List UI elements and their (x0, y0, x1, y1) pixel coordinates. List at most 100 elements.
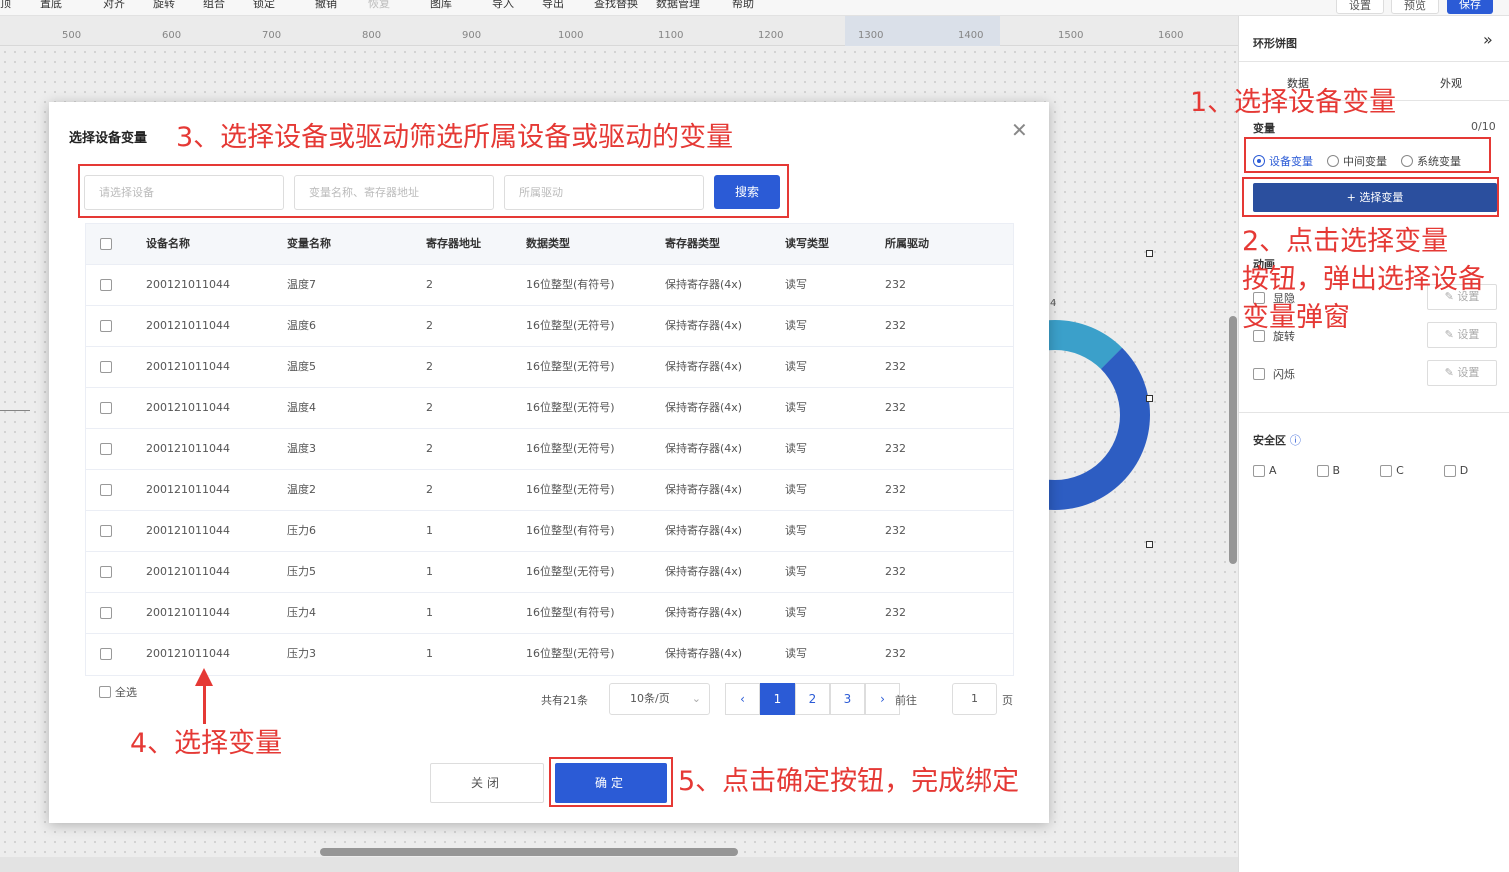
table-cell: 压力3 (287, 647, 316, 660)
toolbar-undo-button[interactable]: 撤销 (315, 0, 337, 11)
toolbar-help-button[interactable]: 帮助 (732, 0, 754, 11)
row-checkbox[interactable] (100, 361, 112, 373)
row-checkbox[interactable] (100, 607, 112, 619)
table-cell: 温度4 (287, 401, 316, 414)
toolbar-redo-button[interactable]: 恢复 (368, 0, 390, 11)
toolbar-import-button[interactable]: 导入 (492, 0, 514, 11)
page-2-button[interactable]: 2 (795, 683, 830, 715)
table-row[interactable]: 200121011044 温度7 2 16位整型(有符号) 保持寄存器(4x) 读写 232 (86, 265, 1013, 306)
table-cell: 1 (426, 565, 433, 578)
safe-zone-a[interactable]: A (1253, 464, 1277, 477)
header-checkbox-cell (100, 224, 112, 264)
table-cell: 1 (426, 647, 433, 660)
column-header: 变量名称 (287, 237, 331, 250)
settings-button[interactable]: 设置 (1336, 0, 1384, 14)
page-1-button[interactable]: 1 (760, 683, 795, 715)
collapse-panel-icon[interactable]: » (1483, 30, 1493, 49)
annotation-step2-line2: 按钮，弹出选择设备 (1242, 264, 1485, 295)
goto-label: 前往 (895, 694, 917, 707)
table-cell: 232 (885, 360, 906, 373)
table-row[interactable]: 200121011044 压力3 1 16位整型(无符号) 保持寄存器(4x) 读写 232 (86, 634, 1013, 675)
table-cell: 16位整型(无符号) (526, 647, 615, 660)
close-button[interactable]: 关闭 (430, 763, 544, 803)
checkbox-icon[interactable] (99, 686, 111, 698)
row-checkbox[interactable] (100, 484, 112, 496)
table-row[interactable]: 200121011044 温度4 2 16位整型(无符号) 保持寄存器(4x) 读写 232 (86, 388, 1013, 429)
table-cell: 读写 (785, 483, 807, 496)
toolbar-data-manage-button[interactable]: 数据管理 (656, 0, 700, 11)
variable-section-label: 变量 (1253, 122, 1275, 135)
select-all-rows-checkbox[interactable] (100, 238, 112, 250)
table-cell: 16位整型(无符号) (526, 360, 615, 373)
tab-appearance[interactable]: 外观 (1440, 75, 1462, 91)
row-checkbox[interactable] (100, 320, 112, 332)
column-header: 寄存器地址 (426, 237, 481, 250)
table-cell: 读写 (785, 278, 807, 291)
row-checkbox[interactable] (100, 648, 112, 660)
divider (1239, 61, 1509, 62)
table-row[interactable]: 200121011044 温度2 2 16位整型(无符号) 保持寄存器(4x) 读写 232 (86, 470, 1013, 511)
table-cell: 温度5 (287, 360, 316, 373)
page-3-button[interactable]: 3 (830, 683, 865, 715)
table-cell: 保持寄存器(4x) (665, 442, 743, 455)
annotation-step4: 4、选择变量 (130, 728, 283, 759)
toolbar-align-button[interactable]: 对齐 (103, 0, 125, 11)
table-cell: 200121011044 (146, 483, 230, 496)
annotation-arrow-shaft (203, 680, 206, 724)
table-cell: 16位整型(有符号) (526, 606, 615, 619)
table-cell: 读写 (785, 565, 807, 578)
column-header: 设备名称 (146, 237, 190, 250)
table-cell: 232 (885, 401, 906, 414)
safe-zone-label-c: C (1396, 464, 1404, 477)
toolbar-bottom-button[interactable]: 置底 (40, 0, 62, 11)
table-cell: 16位整型(无符号) (526, 401, 615, 414)
table-cell: 16位整型(无符号) (526, 442, 615, 455)
animation-blink[interactable]: 闪烁 (1253, 366, 1295, 382)
table-row[interactable]: 200121011044 压力4 1 16位整型(有符号) 保持寄存器(4x) 读写 232 (86, 593, 1013, 634)
checkbox-icon[interactable] (1443, 464, 1456, 477)
table-row[interactable]: 200121011044 温度3 2 16位整型(无符号) 保持寄存器(4x) 读写 232 (86, 429, 1013, 470)
row-checkbox[interactable] (100, 279, 112, 291)
animation-set-button[interactable]: ✎ 设置 (1427, 322, 1497, 348)
table-cell: 读写 (785, 647, 807, 660)
animation-set-button[interactable]: ✎ 设置 (1427, 360, 1497, 386)
help-icon[interactable]: ⓘ (1290, 434, 1301, 447)
toolbar-rotate-button[interactable]: 旋转 (153, 0, 175, 11)
toolbar-export-button[interactable]: 导出 (542, 0, 564, 11)
table-row[interactable]: 200121011044 温度6 2 16位整型(无符号) 保持寄存器(4x) 读写 232 (86, 306, 1013, 347)
row-checkbox[interactable] (100, 525, 112, 537)
safe-zone-c[interactable]: C (1380, 464, 1404, 477)
close-icon[interactable]: ✕ (1011, 118, 1028, 142)
page-size-select[interactable]: 10条/页 ⌄ (609, 683, 710, 715)
table-cell: 2 (426, 401, 433, 414)
row-checkbox[interactable] (100, 443, 112, 455)
variable-count: 0/10 (1471, 120, 1496, 133)
prev-page-button[interactable]: ‹ (725, 683, 760, 715)
panel-title: 环形饼图 (1253, 37, 1297, 50)
toolbar-find-replace-button[interactable]: 查找替换 (594, 0, 638, 11)
save-button[interactable]: 保存 (1447, 0, 1493, 14)
table-cell: 16位整型(有符号) (526, 278, 615, 291)
table-row[interactable]: 200121011044 压力6 1 16位整型(有符号) 保持寄存器(4x) 读写 232 (86, 511, 1013, 552)
select-all-checkbox[interactable]: 全选 (99, 684, 137, 700)
row-checkbox[interactable] (100, 402, 112, 414)
table-cell: 温度7 (287, 278, 316, 291)
checkbox-icon[interactable] (1380, 464, 1393, 477)
annotation-box-filters (78, 164, 789, 218)
preview-button[interactable]: 预览 (1391, 0, 1439, 14)
table-cell: 读写 (785, 319, 807, 332)
row-checkbox[interactable] (100, 566, 112, 578)
safe-zone-b[interactable]: B (1316, 464, 1340, 477)
table-row[interactable]: 200121011044 压力5 1 16位整型(无符号) 保持寄存器(4x) 读写 232 (86, 552, 1013, 593)
toolbar-gallery-button[interactable]: 图库 (430, 0, 452, 11)
table-row[interactable]: 200121011044 温度5 2 16位整型(无符号) 保持寄存器(4x) 读写 232 (86, 347, 1013, 388)
toolbar-group-button[interactable]: 组合 (203, 0, 225, 11)
toolbar-lock-button[interactable]: 锁定 (253, 0, 275, 11)
checkbox-icon[interactable] (1253, 464, 1265, 477)
goto-page-input[interactable]: 1 (952, 683, 997, 715)
checkbox-icon[interactable] (1316, 464, 1329, 477)
table-cell: 保持寄存器(4x) (665, 647, 743, 660)
safe-zone-d[interactable]: D (1443, 464, 1468, 477)
checkbox-icon[interactable] (1253, 368, 1265, 380)
toolbar-top-button[interactable]: 顶 (0, 0, 11, 11)
